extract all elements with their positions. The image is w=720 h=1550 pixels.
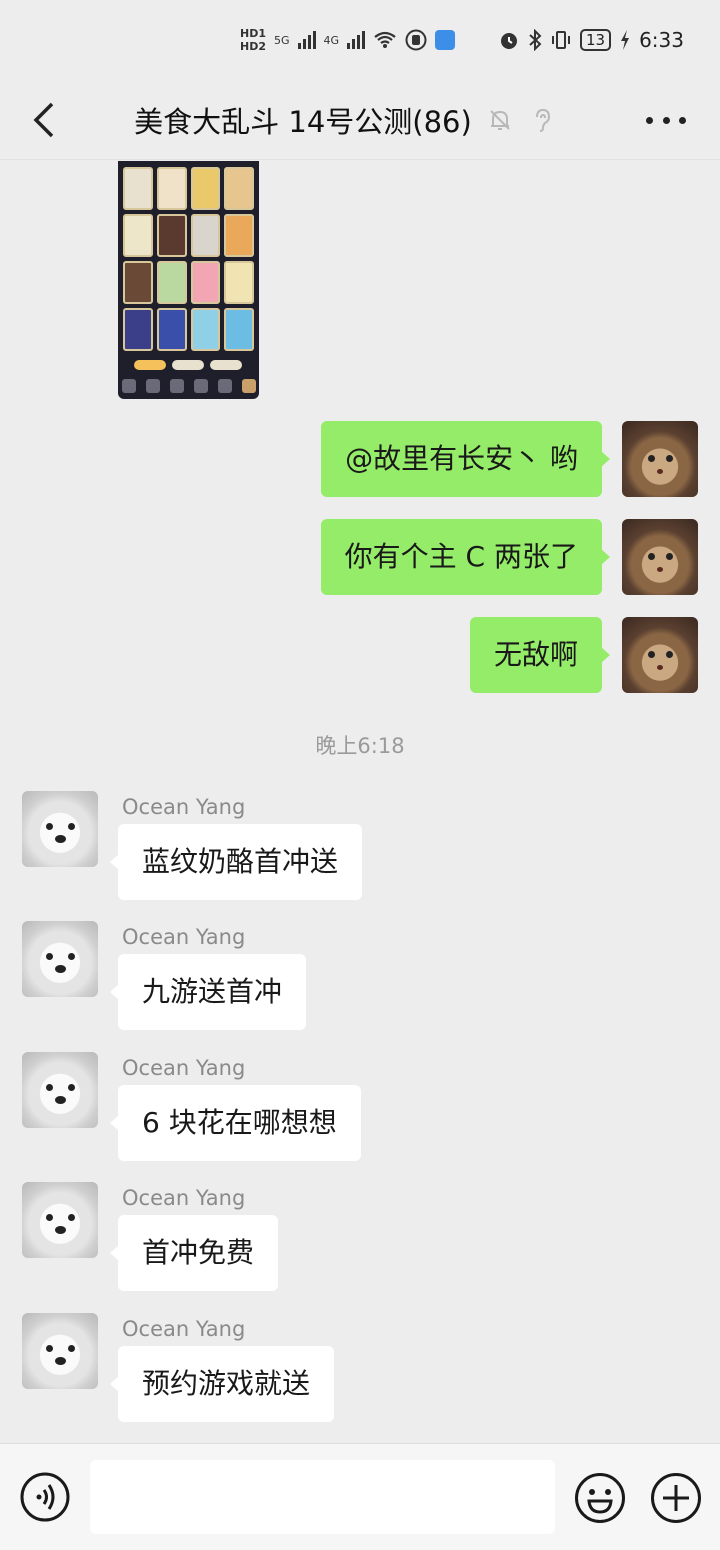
incoming-bubble[interactable]: 预约游戏就送 [109,1346,335,1422]
outgoing-bubble[interactable]: @故里有长安丶 哟 [321,421,610,497]
game-card [123,308,153,351]
wifi-icon [374,31,396,48]
incoming-bubble[interactable]: 蓝纹奶酪首冲送 [109,824,363,900]
battery-level: 13 [579,29,612,51]
chat-header: 美食大乱斗 14号公测(86) [0,80,720,160]
voice-button[interactable] [20,1472,70,1522]
hand-icon [405,29,427,51]
outgoing-message: 你有个主 C 两张了 [0,519,720,595]
game-nav [122,379,256,393]
time-separator: 晚上6:18 [315,734,405,758]
incoming-message: Ocean Yang 6 块花在哪想想 [0,1052,720,1162]
more-button[interactable] [646,100,686,140]
net1-label: 5G [274,33,290,47]
sender-name: Ocean Yang [122,1056,246,1080]
sender-name: Ocean Yang [122,1186,246,1210]
incoming-bubble[interactable]: 九游送首冲 [109,954,307,1030]
emoji-icon [575,1473,625,1523]
hd-indicator: HD1 HD2 [240,27,266,53]
input-bar [0,1443,720,1550]
charging-icon [621,30,630,50]
clock: 6:33 [639,28,684,52]
app-chip-icon [435,30,456,50]
signal-icon-2 [347,31,366,49]
game-card [123,167,153,210]
incoming-message: Ocean Yang 九游送首冲 [0,921,720,1031]
more-dots-icon [662,116,670,124]
incoming-message: Ocean Yang 首冲免费 [0,1182,720,1292]
sender-avatar[interactable] [22,921,98,997]
self-avatar[interactable] [622,421,698,497]
incoming-message: Ocean Yang 蓝纹奶酪首冲送 [0,791,720,901]
image-message[interactable] [118,161,259,399]
outgoing-bubble[interactable]: 你有个主 C 两张了 [320,519,611,595]
sender-name: Ocean Yang [122,795,246,819]
emoji-button[interactable] [574,1472,626,1524]
more-dots-icon [679,116,686,124]
game-card [156,308,187,351]
game-card [156,261,187,304]
sender-avatar[interactable] [22,1052,98,1128]
game-card [190,214,221,257]
incoming-bubble[interactable]: 首冲免费 [109,1215,279,1291]
alarm-icon [500,33,517,49]
message-list[interactable]: @故里有长安丶 哟 你有个主 C 两张了 无敌啊 晚上6:18 Ocean Ya… [0,161,720,1443]
game-card [224,261,254,304]
game-card [123,214,153,257]
chat-title[interactable]: 美食大乱斗 14号公测(86) [134,99,472,141]
plus-icon [651,1473,701,1523]
more-dots-icon [646,116,653,124]
game-card [224,214,254,257]
ear-icon [535,108,550,132]
voice-icon [20,1472,70,1522]
signal-icon [297,31,316,49]
more-functions-button[interactable] [650,1472,702,1524]
outgoing-bubble[interactable]: 无敌啊 [469,617,611,693]
sender-avatar[interactable] [22,791,98,867]
self-avatar[interactable] [622,617,698,693]
net2-label: 4G [323,33,340,47]
bluetooth-icon [529,29,542,51]
back-button[interactable] [24,98,68,142]
message-input[interactable] [90,1460,555,1534]
game-card [224,308,254,351]
game-card [190,167,221,210]
game-card [156,214,187,257]
incoming-message: Ocean Yang 预约游戏就送 [0,1313,720,1423]
sender-avatar[interactable] [22,1182,98,1258]
hd1-label: HD1 [240,27,266,40]
incoming-bubble[interactable]: 6 块花在哪想想 [110,1085,361,1161]
sender-name: Ocean Yang [122,1317,246,1341]
vibrate-icon [551,31,570,49]
status-left: HD1 HD2 5G 4G [240,27,456,53]
sender-name: Ocean Yang [122,925,246,949]
status-bar: HD1 HD2 5G 4G 13 6:33 [0,0,720,80]
game-tabs [134,360,242,370]
game-card-grid [123,167,254,351]
back-chevron-icon [33,102,54,138]
hd2-label: HD2 [240,40,266,53]
mute-bell-icon [490,109,510,130]
game-card [224,167,254,210]
status-right: 13 6:33 [498,28,684,52]
game-card [123,261,153,304]
self-avatar[interactable] [622,519,698,595]
sender-avatar[interactable] [22,1313,98,1389]
game-card [190,261,221,304]
game-card [190,308,221,351]
game-card [156,167,187,210]
outgoing-message: 无敌啊 [0,617,720,693]
outgoing-message: @故里有长安丶 哟 [0,421,720,497]
title-group: 美食大乱斗 14号公测(86) [134,99,556,141]
